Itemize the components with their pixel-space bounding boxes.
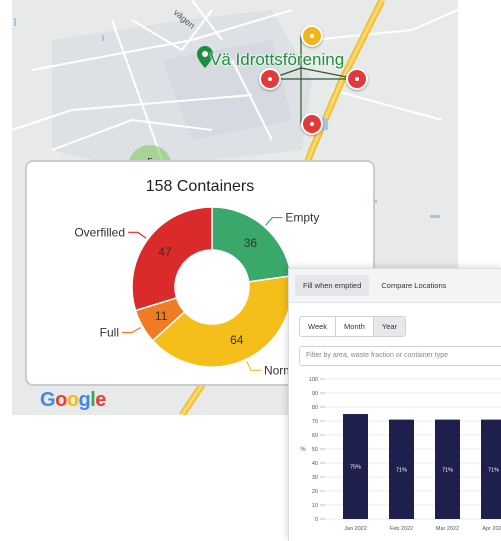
y-tick-label: 70 [312, 419, 318, 425]
y-tick-label: 40 [312, 461, 318, 467]
y-axis-label: % [300, 447, 306, 453]
donut-slice-overfilled[interactable] [131, 206, 213, 312]
period-toggle: Week Month Year [299, 316, 407, 337]
x-tick-label: Mar 2022 [436, 526, 459, 532]
y-tick-label: 80 [312, 405, 318, 411]
container-marker-red[interactable] [346, 68, 368, 90]
google-logo: Google [40, 389, 106, 411]
donut-value-empty: 36 [244, 236, 258, 250]
period-month-button[interactable]: Month [336, 317, 374, 336]
donut-value-full: 11 [155, 309, 168, 323]
tab-compare-locations[interactable]: Compare Locations [373, 275, 454, 296]
period-week-button[interactable]: Week [300, 317, 337, 336]
period-year-button[interactable]: Year [373, 317, 406, 336]
bar-value-label: 75% [350, 465, 361, 471]
panel-tabs: Fill when emptied Compare Locations [289, 269, 501, 303]
y-tick-label: 50 [312, 447, 318, 453]
donut-leader-overfilled [128, 231, 147, 239]
filter-input[interactable]: Filter by area, waste fraction or contai… [299, 346, 501, 366]
donut-leader-full [122, 327, 142, 334]
bar-value-label: 71% [396, 467, 407, 473]
donut-label-full: Full [100, 325, 119, 339]
donut-value-normal: 64 [230, 333, 244, 347]
donut-value-overfilled: 47 [158, 245, 172, 259]
bar-value-label: 71% [488, 467, 499, 473]
donut-label-empty: Empty [285, 211, 319, 225]
y-tick-label: 0 [315, 517, 318, 523]
bar-chart: 0 10 20 30 40 50 60 70 80 90 100% 75% Jan 2022 71% Feb… [300, 377, 501, 532]
x-tick-label: Jan 2022 [344, 526, 367, 532]
y-tick-label: 20 [312, 489, 318, 495]
y-tick-label: 100 [309, 377, 318, 383]
y-tick-label: 30 [312, 475, 318, 481]
y-tick-label: 10 [312, 503, 318, 509]
x-tick-label: Feb 2022 [390, 526, 413, 532]
container-marker-red[interactable] [259, 68, 281, 90]
donut-leader-normal [246, 361, 261, 371]
donut-leader-empty [265, 216, 283, 226]
bar-value-label: 71% [442, 467, 453, 473]
y-tick-label: 60 [312, 433, 318, 439]
tab-fill-when-emptied[interactable]: Fill when emptied [295, 275, 370, 296]
container-marker-red[interactable] [301, 113, 323, 135]
fill-chart-panel: Fill when emptied Compare Locations Week… [288, 268, 501, 541]
container-marker-yellow[interactable] [301, 25, 323, 47]
place-label[interactable]: Vä Idrottsförening [210, 50, 344, 70]
screenshot-stage: vägen S Vä Idrottsförening 5 623 Google … [0, 0, 501, 541]
x-tick-label: Apr 2022 [482, 526, 501, 532]
y-tick-label: 90 [312, 391, 318, 397]
donut-label-overfilled: Overfilled [74, 225, 125, 239]
